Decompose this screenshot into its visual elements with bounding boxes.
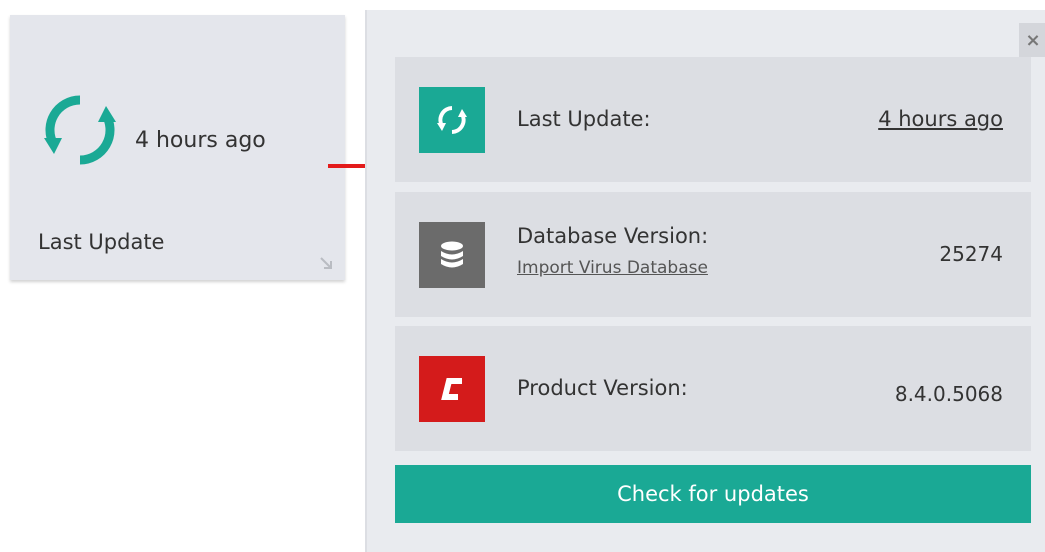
check-for-updates-button[interactable]: Check for updates: [395, 465, 1031, 523]
database-icon: [419, 222, 485, 288]
import-virus-database-link[interactable]: Import Virus Database: [517, 258, 708, 278]
tile-label: Last Update: [38, 230, 165, 254]
product-version-row: Product Version: 8.4.0.5068: [395, 326, 1031, 451]
product-version-label: Product Version:: [517, 376, 688, 400]
last-update-link[interactable]: 4 hours ago: [878, 107, 1003, 131]
close-icon: ×: [1025, 29, 1041, 51]
expand-corner-icon: [320, 257, 332, 269]
last-update-row: Last Update: 4 hours ago: [395, 57, 1031, 182]
close-button[interactable]: ×: [1019, 23, 1045, 57]
last-update-tile[interactable]: 4 hours ago Last Update: [10, 15, 345, 280]
database-version-row: Database Version: Import Virus Database …: [395, 192, 1031, 317]
product-version-value: 8.4.0.5068: [894, 382, 1003, 406]
update-details-panel: × Last Update: 4 hours ago Database Vers…: [365, 10, 1045, 552]
database-version-label: Database Version:: [517, 224, 709, 248]
refresh-icon: [44, 95, 116, 165]
check-for-updates-label: Check for updates: [617, 482, 809, 506]
database-version-value: 25274: [939, 242, 1003, 266]
last-update-label: Last Update:: [517, 107, 651, 131]
comodo-logo-icon: [419, 356, 485, 422]
tile-time-text: 4 hours ago: [135, 128, 266, 153]
refresh-icon: [419, 87, 485, 153]
